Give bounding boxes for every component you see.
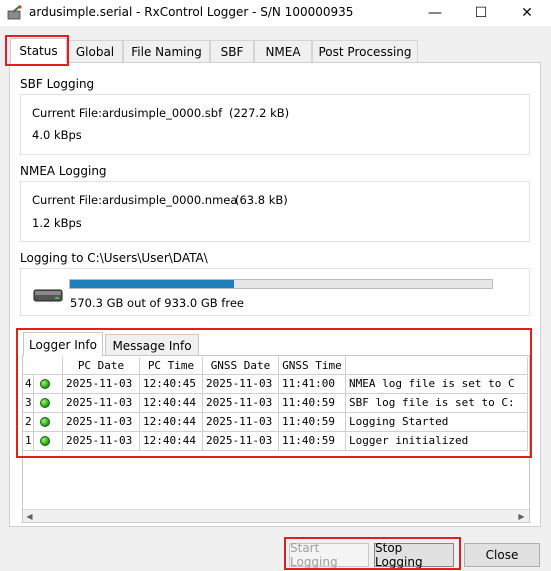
nmea-current-file: ardusimple_0000.nmea (102, 193, 238, 207)
tab-message-info[interactable]: Message Info (105, 334, 199, 356)
sbf-rate: 4.0 kBps (32, 128, 82, 142)
cell-gnss-time: 11:40:59 (279, 413, 346, 432)
cell-pc-date: 2025-11-03 (63, 432, 140, 451)
disk-usage-fill (70, 280, 235, 288)
sbf-section-title: SBF Logging (20, 77, 95, 91)
disk-usage-text: 570.3 GB out of 933.0 GB free (70, 296, 244, 310)
column-header-index[interactable] (23, 357, 63, 375)
column-header-message[interactable] (346, 357, 528, 375)
tab-post-processing[interactable]: Post Processing (312, 40, 418, 62)
cell-gnss-date: 2025-11-03 (203, 413, 279, 432)
scroll-right-icon[interactable]: ▶ (515, 510, 528, 522)
start-logging-button[interactable]: Start Logging (289, 541, 369, 569)
tab-logger-info[interactable]: Logger Info (23, 332, 103, 356)
tab-file-naming[interactable]: File Naming (123, 40, 210, 62)
tab-status[interactable]: Status (10, 38, 67, 63)
cell-gnss-date: 2025-11-03 (203, 432, 279, 451)
cell-status (34, 432, 63, 451)
cell-index: 4 (23, 375, 34, 394)
column-header-pc-date[interactable]: PC Date (63, 357, 140, 375)
tab-nmea[interactable]: NMEA (254, 40, 312, 62)
cell-gnss-date: 2025-11-03 (203, 375, 279, 394)
table-row[interactable]: 2 2025-11-03 12:40:44 2025-11-03 11:40:59 Log… (23, 413, 528, 432)
status-led-icon (40, 379, 50, 389)
maximize-icon[interactable]: ☐ (458, 0, 504, 26)
cell-pc-time: 12:40:44 (140, 394, 203, 413)
cell-message: SBF log file is set to C: (346, 394, 528, 413)
close-icon[interactable]: ✕ (504, 0, 550, 26)
cell-gnss-time: 11:40:59 (279, 394, 346, 413)
cell-pc-time: 12:40:44 (140, 432, 203, 451)
cell-index: 1 (23, 432, 34, 451)
status-led-icon (40, 417, 50, 427)
close-button[interactable]: Close (464, 543, 540, 567)
cell-index: 3 (23, 394, 34, 413)
horizontal-scrollbar[interactable]: ◀ ▶ (23, 509, 529, 522)
cell-status (34, 413, 63, 432)
table-row[interactable]: 1 2025-11-03 12:40:44 2025-11-03 11:40:59 Log… (23, 432, 528, 451)
cell-pc-time: 12:40:44 (140, 413, 203, 432)
column-header-gnss-date[interactable]: GNSS Date (203, 357, 279, 375)
column-header-pc-time[interactable]: PC Time (140, 357, 203, 375)
status-led-icon (40, 398, 50, 408)
nmea-rate: 1.2 kBps (32, 216, 82, 230)
status-led-icon (40, 436, 50, 446)
minimize-icon[interactable]: — (412, 0, 458, 26)
sbf-current-file-label: Current File: (32, 106, 102, 120)
logging-path: Logging to C:\Users\User\DATA\ (20, 251, 208, 265)
sbf-current-file: ardusimple_0000.sbf (102, 106, 223, 120)
tab-global[interactable]: Global (67, 40, 123, 62)
scroll-left-icon[interactable]: ◀ (23, 510, 36, 522)
cell-pc-date: 2025-11-03 (63, 375, 140, 394)
stop-logging-button[interactable]: Stop Logging (374, 541, 454, 569)
sbf-group (20, 94, 530, 155)
cell-pc-time: 12:40:45 (140, 375, 203, 394)
column-header-gnss-time[interactable]: GNSS Time (279, 357, 346, 375)
nmea-group (20, 181, 530, 242)
cell-status (34, 375, 63, 394)
app-icon (7, 5, 23, 21)
hard-drive-icon (33, 287, 63, 305)
nmea-current-file-label: Current File: (32, 193, 102, 207)
cell-status (34, 394, 63, 413)
cell-gnss-date: 2025-11-03 (203, 394, 279, 413)
nmea-file-size: (63.8 kB) (235, 193, 288, 207)
disk-usage-bar (69, 279, 493, 289)
cell-message: Logging Started (346, 413, 528, 432)
cell-gnss-time: 11:40:59 (279, 432, 346, 451)
tab-sbf[interactable]: SBF (210, 40, 254, 62)
nmea-section-title: NMEA Logging (20, 164, 107, 178)
cell-pc-date: 2025-11-03 (63, 413, 140, 432)
cell-gnss-time: 11:41:00 (279, 375, 346, 394)
table-row[interactable]: 3 2025-11-03 12:40:44 2025-11-03 11:40:59 SBF… (23, 394, 528, 413)
cell-message: NMEA log file is set to C (346, 375, 528, 394)
cell-pc-date: 2025-11-03 (63, 394, 140, 413)
sbf-file-size: (227.2 kB) (229, 106, 290, 120)
table-row[interactable]: 4 2025-11-03 12:40:45 2025-11-03 11:41:00 NME… (23, 375, 528, 394)
cell-message: Logger initialized (346, 432, 528, 451)
window-title: ardusimple.serial - RxControl Logger - S… (29, 5, 354, 19)
cell-index: 2 (23, 413, 34, 432)
